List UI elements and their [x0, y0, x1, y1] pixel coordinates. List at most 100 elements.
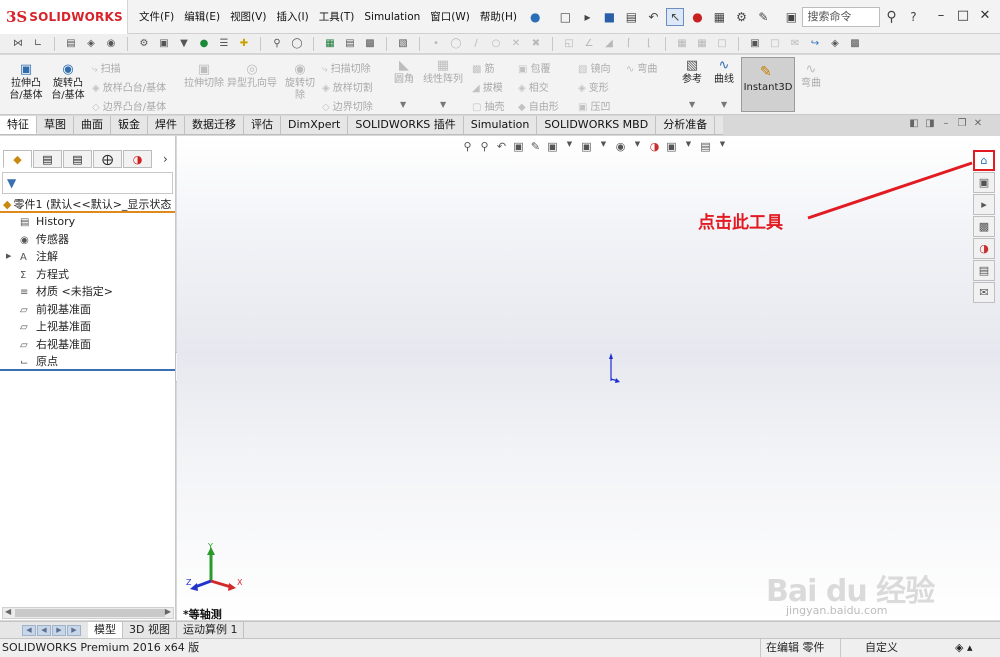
orbit-icon[interactable]: ◈ — [827, 37, 843, 51]
view-orientation-icon[interactable]: ▣ — [544, 140, 561, 153]
boundary-cut-button[interactable]: ◇ 边界切除 — [322, 98, 373, 113]
binoculars-icon[interactable]: ◯ — [289, 37, 305, 51]
section-view-icon[interactable]: ▣ — [510, 140, 527, 153]
zoom-icon[interactable]: ⚲ — [269, 37, 285, 51]
swept-cut-button[interactable]: ⤷ 扫描切除 — [322, 60, 371, 75]
file-explorer-icon[interactable]: ▸ — [973, 194, 995, 215]
revolve-cut-button[interactable]: ◉ 旋转切除 — [282, 63, 318, 102]
open-folder-icon[interactable]: ▸ — [578, 8, 596, 26]
tree-filter[interactable]: ▼ — [2, 172, 173, 194]
hide-show-items-icon[interactable]: ◉ — [612, 140, 629, 153]
save-icon[interactable]: ■ — [600, 8, 618, 26]
tree-root-part[interactable]: ◆ 零件1 (默认<<默认>_显示状态 — [0, 196, 175, 213]
cube-view-icon[interactable]: ▣ — [747, 37, 763, 51]
tree-item-history[interactable]: ▤ History — [0, 213, 175, 231]
mirror-button[interactable]: ▧ 镜向 — [578, 60, 610, 75]
gear-icon[interactable]: ⚙ — [136, 37, 152, 51]
tree-item-top-plane[interactable]: ▱ 上视基准面 — [0, 318, 175, 336]
freeform-button[interactable]: ◆ 自由形 — [518, 98, 559, 113]
trim-icon[interactable]: ✕ — [508, 37, 524, 51]
options-gear-icon[interactable]: ⚙ — [732, 8, 750, 26]
pin-icon[interactable]: ● — [530, 10, 540, 24]
key-icon[interactable]: ⋈ — [10, 37, 26, 51]
frame-icon[interactable]: □ — [714, 37, 730, 51]
hole-wizard-button[interactable]: ◎ 异型孔向导 — [222, 63, 282, 90]
search-input[interactable]: 搜索命令 — [802, 6, 881, 27]
sheet-icon[interactable]: □ — [767, 37, 783, 51]
point-icon[interactable]: • — [428, 37, 444, 51]
menu-file[interactable]: 文件(F) — [134, 0, 179, 34]
tab-simulation[interactable]: Simulation — [464, 116, 538, 134]
help-icon[interactable]: ? — [904, 8, 922, 26]
scroll-right-icon[interactable]: ▶ — [165, 607, 171, 616]
feature-manager-tab-icon[interactable]: ◆ — [3, 150, 32, 168]
tab-evaluate[interactable]: 评估 — [244, 116, 281, 134]
previous-view-icon[interactable]: ↶ — [493, 140, 510, 153]
envelope-icon[interactable]: ✉ — [787, 37, 803, 51]
table-icon[interactable]: ▦ — [694, 37, 710, 51]
property-manager-tab-icon[interactable]: ▤ — [33, 150, 62, 168]
apply-scene-icon[interactable]: ▣ — [663, 140, 680, 153]
chevron-right-icon[interactable]: › — [163, 152, 168, 166]
assembly-icon[interactable]: ◈ — [83, 37, 99, 51]
grid-icon[interactable]: ▦ — [674, 37, 690, 51]
tab-data-migration[interactable]: 数据迁移 — [185, 116, 244, 134]
report-icon[interactable]: ▧ — [395, 37, 411, 51]
cube-icon[interactable]: ▣ — [156, 37, 172, 51]
menu-edit[interactable]: 编辑(E) — [179, 0, 225, 34]
bracket-icon[interactable]: ⌈ — [621, 37, 637, 51]
lofted-cut-button[interactable]: ◈ 放样切割 — [322, 79, 373, 94]
tile-right-icon[interactable]: ◨ — [922, 118, 938, 129]
file-properties-icon[interactable]: ▦ — [710, 8, 728, 26]
rib-button[interactable]: ▩ 筋 — [472, 60, 494, 75]
print-icon[interactable]: ▤ — [622, 8, 640, 26]
appearance-icon[interactable]: ◉ — [103, 37, 119, 51]
expand-arrow-icon[interactable]: ▶ — [6, 248, 11, 266]
tab-model[interactable]: 模型 — [88, 622, 123, 638]
indent-button[interactable]: ▣ 压凹 — [578, 98, 610, 113]
intersect-button[interactable]: ◈ 相交 — [518, 79, 549, 94]
menu-insert[interactable]: 插入(I) — [271, 0, 313, 34]
display-style-icon[interactable]: ▣ — [578, 140, 595, 153]
doc-close-icon[interactable]: ✕ — [970, 118, 986, 129]
tab-mbd[interactable]: SOLIDWORKS MBD — [537, 116, 657, 134]
boundary-boss-button[interactable]: ◇ 边界凸台/基体 — [92, 98, 166, 113]
flex-button[interactable]: ∿ 弯曲 — [626, 60, 657, 75]
new-document-icon[interactable]: □ — [556, 8, 574, 26]
view-settings-icon[interactable]: ▤ — [697, 140, 714, 153]
edit-appearance-icon[interactable]: ◑ — [646, 140, 663, 153]
line-icon[interactable]: ∕ — [468, 37, 484, 51]
scrollbar-thumb[interactable] — [15, 609, 165, 617]
dropdown-caret-icon[interactable]: ▼ — [595, 140, 612, 153]
search-commands-icon[interactable]: ▣ — [782, 8, 800, 26]
tree-item-front-plane[interactable]: ▱ 前视基准面 — [0, 301, 175, 319]
design-library-icon[interactable]: ▣ — [973, 172, 995, 193]
menu-view[interactable]: 视图(V) — [225, 0, 271, 34]
menu-tools[interactable]: 工具(T) — [314, 0, 360, 34]
maximize-icon[interactable]: □ — [952, 8, 974, 23]
tab-surfaces[interactable]: 曲面 — [74, 116, 111, 134]
instant3d-button[interactable]: ✎ Instant3D — [741, 57, 795, 112]
solidworks-resources-home-icon[interactable]: ⌂ — [973, 150, 995, 171]
reference-dropdown-icon[interactable]: ▼ — [689, 100, 695, 109]
status-units[interactable]: 自定义 — [840, 639, 898, 657]
revolve-boss-button[interactable]: ◉ 旋转凸台/基体 — [48, 63, 88, 102]
angle-dim-icon[interactable]: ∠ — [581, 37, 597, 51]
image-icon[interactable]: ▩ — [362, 37, 378, 51]
dropdown-caret-icon[interactable]: ▼ — [561, 140, 578, 153]
rebuild-icon[interactable]: ● — [688, 8, 706, 26]
tab-3d-views[interactable]: 3D 视图 — [123, 622, 177, 638]
corner-icon[interactable]: ⌊ — [641, 37, 657, 51]
tree-item-sensors[interactable]: ◉ 传感器 — [0, 231, 175, 249]
dropdown-caret-icon[interactable]: ▼ — [680, 140, 697, 153]
plus-gear-icon[interactable]: ✚ — [236, 37, 252, 51]
tab-analysis-prep[interactable]: 分析准备 — [656, 116, 716, 134]
appearances-scenes-icon[interactable]: ◑ — [973, 238, 995, 259]
clone-icon[interactable]: ▩ — [847, 37, 863, 51]
angle-icon[interactable]: ∟ — [30, 37, 46, 51]
menu-simulation[interactable]: Simulation — [359, 0, 425, 34]
solidworks-forum-icon[interactable]: ✉ — [973, 282, 995, 303]
dropdown-caret-icon[interactable]: ▼ — [629, 140, 646, 153]
zoom-to-fit-icon[interactable]: ⚲ — [459, 140, 476, 153]
menu-window[interactable]: 窗口(W) — [425, 0, 475, 34]
